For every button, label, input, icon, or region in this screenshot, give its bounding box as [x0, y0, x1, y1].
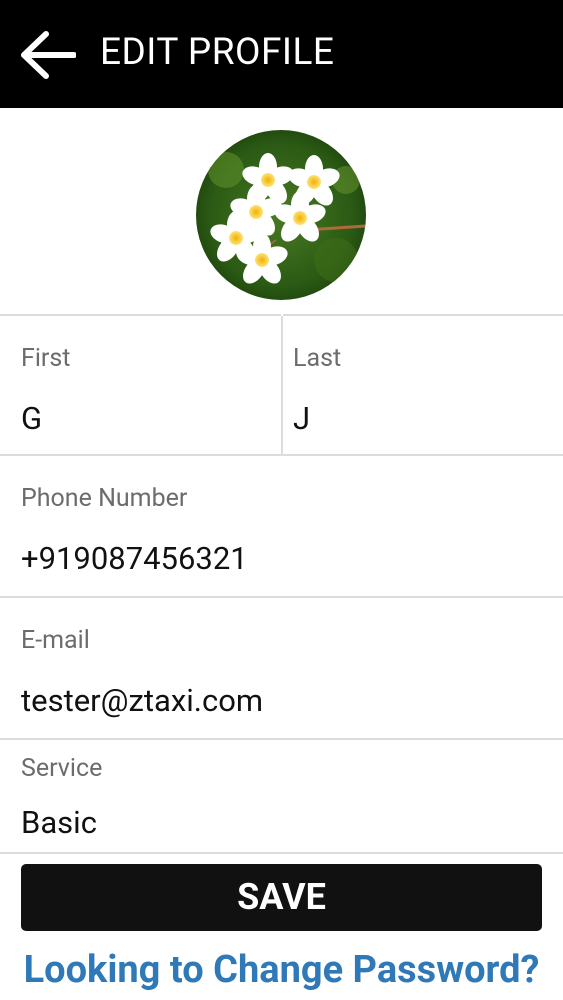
back-button[interactable]: [20, 30, 77, 80]
service-label: Service: [21, 754, 103, 783]
last-name-label: Last: [293, 344, 342, 373]
app-header: EDIT PROFILE: [0, 0, 563, 108]
phone-number-label: Phone Number: [21, 484, 188, 513]
email-label: E-mail: [21, 626, 90, 655]
service-field[interactable]: Service: [0, 738, 563, 854]
page-title: EDIT PROFILE: [100, 31, 335, 74]
email-input[interactable]: [21, 682, 521, 719]
first-name-label: First: [21, 344, 71, 373]
avatar[interactable]: [196, 130, 366, 300]
flower-photo-icon: [196, 130, 366, 300]
save-button[interactable]: SAVE: [21, 864, 542, 931]
first-name-field[interactable]: First: [0, 314, 281, 456]
arrow-left-icon: [21, 31, 77, 79]
last-name-field[interactable]: Last: [283, 314, 563, 456]
service-input[interactable]: [21, 804, 521, 841]
phone-number-input[interactable]: [21, 540, 521, 577]
change-password-link[interactable]: Looking to Change Password?: [0, 946, 563, 994]
email-field[interactable]: E-mail: [0, 596, 563, 740]
last-name-input[interactable]: [293, 400, 543, 437]
first-name-input[interactable]: [21, 400, 271, 437]
phone-number-field[interactable]: Phone Number: [0, 454, 563, 598]
